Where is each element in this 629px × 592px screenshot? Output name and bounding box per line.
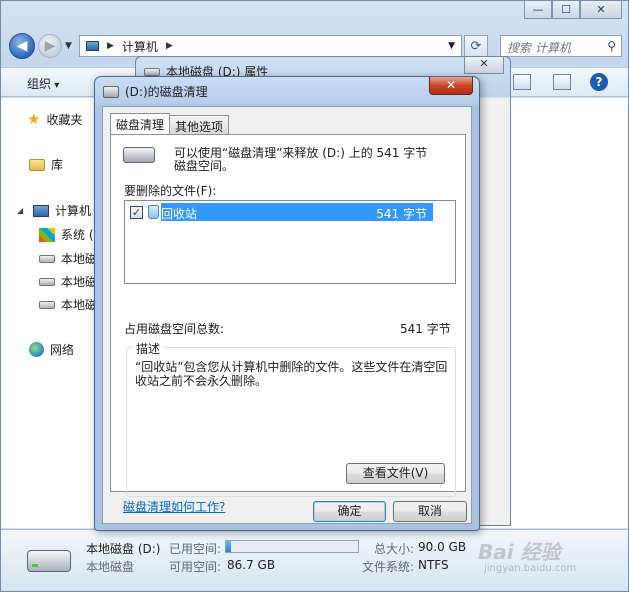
windows-drive-icon — [39, 227, 55, 242]
close-button[interactable]: ✕ — [580, 1, 622, 19]
usage-bar — [225, 540, 359, 553]
nav-favorites[interactable]: ★ 收藏夹 — [27, 110, 82, 128]
files-to-delete-label: 要删除的文件(F): — [124, 184, 217, 198]
view-options-icon[interactable] — [513, 74, 531, 90]
breadcrumb-separator-icon[interactable]: ▶ — [107, 41, 114, 51]
description-group: 描述 “回收站”包含您从计算机中删除的文件。这些文件在清空回收站之前不会永久删除… — [126, 340, 456, 497]
files-to-delete-list[interactable]: ✓ 回收站 541 字节 — [124, 200, 456, 284]
search-icon[interactable]: ⚲ — [607, 39, 616, 53]
nav-drive-local[interactable]: 本地磁 — [39, 250, 97, 267]
nav-favorites-label: 收藏夹 — [46, 112, 83, 127]
intro-line-2: 磁盘空间。 — [174, 159, 235, 173]
nav-drive-label: 本地磁 — [61, 275, 98, 289]
dialog-close-button[interactable]: ✕ — [429, 77, 473, 95]
drive-icon — [27, 550, 71, 572]
drive-type: 本地磁盘 — [86, 560, 135, 574]
intro-text: 可以使用“磁盘清理”来释放 (D:) 上的 541 字节 磁盘空间。 — [174, 147, 454, 173]
used-space-label: 已用空间: — [169, 542, 222, 556]
forward-arrow-icon: ▶ — [44, 38, 56, 54]
disk-cleanup-icon — [103, 85, 119, 98]
nav-drive-label: 本地磁 — [61, 252, 98, 266]
nav-drive-local[interactable]: 本地磁 — [39, 296, 97, 313]
watermark-logo: Bai 经验 — [478, 540, 561, 564]
nav-drive-local[interactable]: 本地磁 — [39, 273, 97, 290]
total-space-label: 占用磁盘空间总数: — [124, 322, 225, 336]
file-size: 541 字节 — [376, 207, 427, 221]
ok-button[interactable]: 确定 — [313, 501, 386, 522]
drive-name: 本地磁盘 (D:) — [86, 542, 161, 556]
cancel-button[interactable]: 取消 — [393, 501, 467, 522]
recent-pages-dropdown[interactable]: ▼ — [65, 41, 72, 51]
computer-icon — [86, 41, 99, 51]
drive-icon — [123, 147, 155, 163]
navigation-pane: ★ 收藏夹 库 ◢ 计算机 系统 ( 本地磁 本地磁 本地磁 网络 — [1, 98, 97, 528]
disk-cleanup-dialog: (D:)的磁盘清理 ✕ 磁盘清理 其他选项 可以使用“磁盘清理”来释放 (D:)… — [94, 76, 480, 531]
list-item[interactable]: ✓ 回收站 541 字节 — [127, 203, 433, 221]
breadcrumb-separator-icon[interactable]: ▶ — [166, 41, 173, 51]
nav-libraries-label: 库 — [51, 158, 64, 172]
address-dropdown-icon[interactable]: ▼ — [448, 41, 455, 51]
library-icon — [29, 158, 45, 171]
collapse-arrow-icon[interactable]: ◢ — [17, 206, 27, 215]
tab-more-options[interactable]: 其他选项 — [169, 115, 230, 134]
properties-close-button[interactable]: ✕ — [464, 57, 504, 74]
refresh-button[interactable]: ⟳ — [464, 35, 488, 57]
nav-computer[interactable]: ◢ 计算机 — [17, 202, 91, 219]
nav-network[interactable]: 网络 — [29, 341, 74, 358]
network-icon — [29, 342, 44, 357]
selected-row-highlight[interactable]: 回收站 541 字节 — [161, 203, 433, 221]
organize-menu[interactable]: 组织 — [27, 75, 59, 92]
drive-icon — [39, 300, 55, 309]
star-icon: ★ — [27, 110, 41, 128]
breadcrumb-computer[interactable]: 计算机 — [122, 38, 158, 55]
drive-icon — [39, 254, 55, 263]
total-size-value: 90.0 GB — [418, 540, 467, 554]
nav-computer-label: 计算机 — [55, 204, 92, 218]
nav-drive-label: 本地磁 — [61, 298, 98, 312]
recycle-bin-checkbox[interactable]: ✓ — [130, 205, 143, 219]
help-link[interactable]: 磁盘清理如何工作? — [123, 498, 225, 515]
search-input[interactable]: 搜索 计算机 ⚲ — [500, 35, 622, 57]
back-arrow-icon: ◀ — [16, 38, 28, 54]
dialog-body: 磁盘清理 其他选项 可以使用“磁盘清理”来释放 (D:) 上的 541 字节 磁… — [102, 106, 472, 524]
watermark-url: jingyan.baidu.com — [484, 563, 577, 574]
window-controls: — ☐ ✕ — [524, 1, 622, 19]
computer-icon — [33, 204, 49, 217]
file-system-label: 文件系统: — [362, 560, 415, 574]
preview-pane-icon[interactable] — [553, 74, 571, 90]
tab-panel: 可以使用“磁盘清理”来释放 (D:) 上的 541 字节 磁盘空间。 要删除的文… — [110, 134, 466, 497]
refresh-icon: ⟳ — [470, 38, 482, 54]
description-text: “回收站”包含您从计算机中删除的文件。这些文件在清空回收站之前不会永久删除。 — [135, 360, 448, 388]
maximize-button[interactable]: ☐ — [552, 1, 580, 19]
nav-network-label: 网络 — [50, 343, 75, 357]
back-button[interactable]: ◀ — [9, 33, 35, 59]
recycle-bin-icon — [148, 205, 159, 219]
search-placeholder: 搜索 计算机 — [507, 41, 571, 55]
dialog-title: (D:)的磁盘清理 — [125, 85, 208, 99]
nav-drive-system[interactable]: 系统 ( — [39, 226, 94, 243]
view-files-button[interactable]: 查看文件(V) — [346, 463, 445, 484]
nav-libraries[interactable]: 库 — [29, 156, 63, 173]
file-name: 回收站 — [161, 207, 198, 221]
tab-strip: 磁盘清理 其他选项 — [110, 113, 230, 134]
total-size-label: 总大小: — [374, 542, 415, 556]
description-legend: 描述 — [133, 340, 164, 357]
drive-icon — [144, 67, 160, 76]
minimize-button[interactable]: — — [524, 1, 552, 19]
tab-disk-cleanup[interactable]: 磁盘清理 — [110, 113, 171, 134]
file-system-value: NTFS — [418, 558, 449, 572]
free-space-value: 86.7 GB — [227, 558, 276, 572]
free-space-label: 可用空间: — [169, 560, 222, 574]
help-icon[interactable]: ? — [590, 73, 608, 91]
forward-button[interactable]: ▶ — [38, 34, 62, 58]
dialog-title-bar: (D:)的磁盘清理 — [103, 83, 208, 100]
nav-buttons: ◀ ▶ ▼ — [9, 33, 72, 59]
total-space-value: 541 字节 — [400, 322, 451, 336]
drive-icon — [39, 277, 55, 286]
usage-bar-fill — [226, 541, 231, 552]
address-bar[interactable]: ▶ 计算机 ▶ ▼ — [79, 35, 462, 57]
nav-drive-label: 系统 ( — [61, 228, 94, 242]
